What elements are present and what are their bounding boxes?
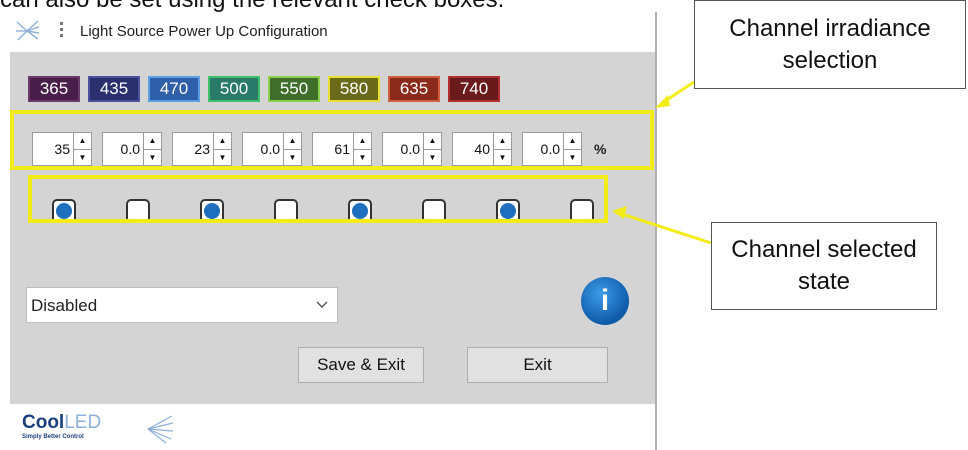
save-exit-button[interactable]: Save & Exit <box>298 347 424 383</box>
logo-tagline: Simply Better Control <box>22 434 84 440</box>
logo-name-a: Cool <box>22 412 65 433</box>
power-up-mode-dropdown[interactable]: Disabled <box>26 287 338 323</box>
power-up-config-dialog: Light Source Power Up Configuration 365 … <box>10 12 657 450</box>
wavelength-labels: 365 435 470 500 550 580 635 740 <box>28 76 500 102</box>
dropdown-value: Disabled <box>31 296 98 315</box>
wavelength-label-470: 470 <box>148 76 200 102</box>
wavelength-label-740: 740 <box>448 76 500 102</box>
wavelength-label-365: 365 <box>28 76 80 102</box>
irradiance-arrowhead <box>655 95 670 108</box>
wavelength-label-550: 550 <box>268 76 320 102</box>
wavelength-label-435: 435 <box>88 76 140 102</box>
wavelength-label-500: 500 <box>208 76 260 102</box>
wavelength-label-580: 580 <box>328 76 380 102</box>
chevron-down-icon <box>316 301 328 308</box>
menu-dots-icon[interactable] <box>60 22 64 40</box>
irradiance-highlight <box>10 110 654 170</box>
info-button[interactable]: i <box>581 277 629 325</box>
title-bar: Light Source Power Up Configuration <box>10 12 655 52</box>
window-title: Light Source Power Up Configuration <box>80 23 328 40</box>
wavelength-label-635: 635 <box>388 76 440 102</box>
callout-selected-state: Channel selected state <box>711 222 937 310</box>
logo-name-b: LED <box>64 412 102 433</box>
app-burst-icon <box>16 20 40 41</box>
exit-button[interactable]: Exit <box>467 347 608 383</box>
callout-irradiance: Channel irradiance selection <box>694 0 966 89</box>
coolled-logo: CoolLED Simply Better Control <box>22 412 174 444</box>
brand-footer: CoolLED Simply Better Control <box>10 404 655 450</box>
irradiance-arrow <box>661 80 695 105</box>
selected-state-highlight <box>28 175 608 223</box>
logo-burst-icon <box>147 415 174 444</box>
